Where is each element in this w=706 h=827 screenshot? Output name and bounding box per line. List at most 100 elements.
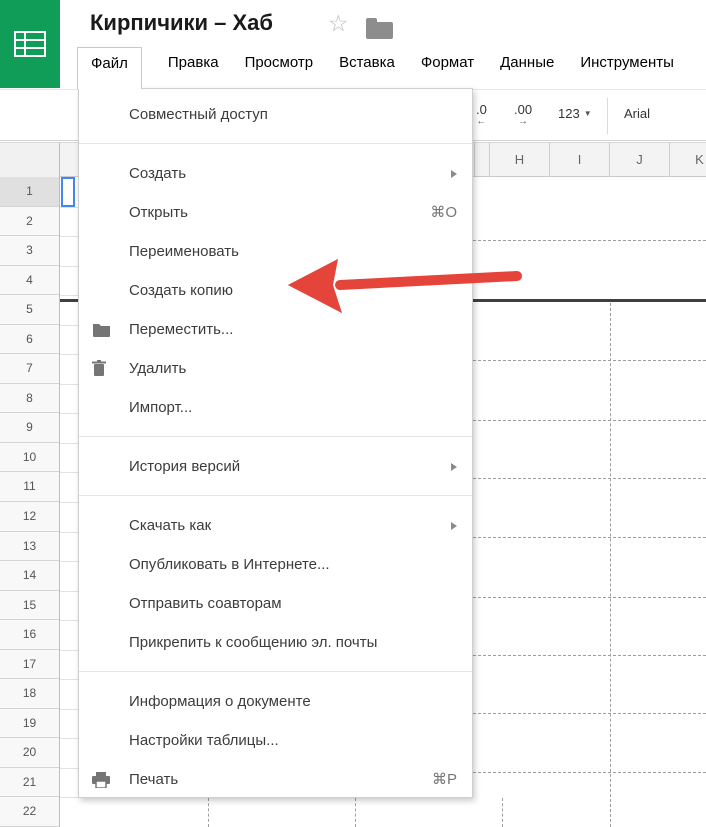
- row-header-4[interactable]: 4: [0, 266, 59, 295]
- row-header-17[interactable]: 17: [0, 650, 59, 679]
- row-header-15[interactable]: 15: [0, 591, 59, 620]
- gridline: [60, 354, 78, 355]
- menu-item-опубликовать-в-интернете-[interactable]: Опубликовать в Интернете...: [79, 545, 472, 584]
- decrease-decimal-button[interactable]: .0←: [476, 102, 487, 128]
- dashed-cell-border: [610, 303, 611, 827]
- dashed-cell-border: [473, 772, 706, 773]
- select-all-corner[interactable]: [0, 143, 60, 177]
- column-header-K[interactable]: K: [669, 143, 706, 177]
- menu-item-переместить-[interactable]: Переместить...: [79, 310, 472, 349]
- menu-item-создать[interactable]: Создать: [79, 154, 472, 193]
- gridline: [60, 768, 78, 769]
- row-header-2[interactable]: 2: [0, 207, 59, 236]
- row-header-20[interactable]: 20: [0, 738, 59, 768]
- shortcut-label: ⌘P: [432, 760, 457, 799]
- menu-separator: [79, 671, 472, 672]
- gridline: [60, 236, 78, 237]
- gridline: [60, 738, 78, 739]
- menu-item-скачать-как[interactable]: Скачать как: [79, 506, 472, 545]
- column-header-I[interactable]: I: [549, 143, 609, 177]
- menubar-item-Правка[interactable]: Правка: [168, 47, 219, 78]
- column-header-partial[interactable]: [474, 143, 489, 177]
- font-selector[interactable]: Arial: [624, 106, 650, 121]
- row-header-6[interactable]: 6: [0, 325, 59, 354]
- menubar-item-Файл[interactable]: Файл: [77, 47, 142, 89]
- menubar-item-Формат[interactable]: Формат: [421, 47, 474, 78]
- menu-item-совместный-доступ[interactable]: Совместный доступ: [79, 95, 472, 134]
- row-header-7[interactable]: 7: [0, 354, 59, 384]
- menu-item-label: Открыть: [129, 204, 188, 221]
- menu-item-прикрепить-к-сообщению-эл-почты[interactable]: Прикрепить к сообщению эл. почты: [79, 623, 472, 662]
- file-menu: Совместный доступ Создать Открыть ⌘O Переиме…: [78, 88, 473, 798]
- row-header-14[interactable]: 14: [0, 561, 59, 591]
- increase-decimal-button[interactable]: .00→: [514, 102, 532, 128]
- column-header-J[interactable]: J: [609, 143, 669, 177]
- gridline: [60, 384, 78, 385]
- dashed-cell-border: [473, 655, 706, 656]
- row-header-21[interactable]: 21: [0, 768, 59, 797]
- dashed-cell-border: [473, 420, 706, 421]
- menu-item-удалить[interactable]: Удалить: [79, 349, 472, 388]
- menu-item-label: Настройки таблицы...: [129, 732, 279, 749]
- menu-item-label: Удалить: [129, 360, 186, 377]
- row-header-9[interactable]: 9: [0, 413, 59, 443]
- menu-separator: [79, 436, 472, 437]
- dashed-cell-border: [473, 360, 706, 361]
- menubar-item-Данные[interactable]: Данные: [500, 47, 554, 78]
- shortcut-label: ⌘O: [430, 193, 457, 232]
- row-header-11[interactable]: 11: [0, 472, 59, 502]
- star-icon[interactable]: ☆: [328, 12, 349, 35]
- submenu-arrow-icon: [451, 170, 457, 178]
- dashed-cell-border: [473, 478, 706, 479]
- selected-cell-outline: [61, 177, 75, 207]
- row-header-10[interactable]: 10: [0, 443, 59, 472]
- folder-icon[interactable]: [366, 22, 393, 39]
- document-title[interactable]: Кирпичики – Хаб: [90, 10, 273, 36]
- menu-item-переименовать[interactable]: Переименовать: [79, 232, 472, 271]
- gridline: [60, 207, 78, 208]
- menu-item-информация-о-документе[interactable]: Информация о документе: [79, 682, 472, 721]
- row-header-5[interactable]: 5: [0, 295, 59, 325]
- menubar-item-Вставка[interactable]: Вставка: [339, 47, 395, 78]
- menu-item-label: Опубликовать в Интернете...: [129, 556, 330, 573]
- gridline: [60, 620, 78, 621]
- toolbar-separator: [607, 98, 608, 134]
- row-header-8[interactable]: 8: [0, 384, 59, 413]
- gridline: [60, 472, 78, 473]
- menubar-item-Просмотр[interactable]: Просмотр: [245, 47, 314, 78]
- row-header-12[interactable]: 12: [0, 502, 59, 532]
- menu-item-label: Импорт...: [129, 399, 192, 416]
- row-header-1[interactable]: 1: [0, 177, 59, 207]
- row-header-19[interactable]: 19: [0, 709, 59, 738]
- menu-item-label: Совместный доступ: [129, 106, 268, 123]
- number-format-button[interactable]: 123▼: [558, 106, 592, 121]
- menu-item-label: Переименовать: [129, 243, 239, 260]
- menu-item-создать-копию[interactable]: Создать копию: [79, 271, 472, 310]
- gridline: [60, 295, 78, 296]
- menu-item-открыть[interactable]: Открыть ⌘O: [79, 193, 472, 232]
- menubar-item-Инструменты[interactable]: Инструменты: [580, 47, 674, 78]
- menu-item-отправить-соавторам[interactable]: Отправить соавторам: [79, 584, 472, 623]
- gridline: [60, 325, 78, 326]
- menu-item-печать[interactable]: Печать⌘P: [79, 760, 472, 799]
- menu-item-настройки-таблицы-[interactable]: Настройки таблицы...: [79, 721, 472, 760]
- gridline: [60, 266, 78, 267]
- left-arrow-icon: ←: [476, 116, 486, 128]
- menu-separator: [79, 143, 472, 144]
- gridline: [60, 443, 78, 444]
- gridline: [60, 679, 78, 680]
- menu-item-label: Отправить соавторам: [129, 595, 282, 612]
- dashed-cell-border: [502, 798, 503, 827]
- gridline: [60, 413, 78, 414]
- menu-item-импорт-[interactable]: Импорт...: [79, 388, 472, 427]
- row-header-18[interactable]: 18: [0, 679, 59, 709]
- row-header-13[interactable]: 13: [0, 532, 59, 561]
- trash-icon: [92, 349, 114, 388]
- dashed-cell-border: [473, 537, 706, 538]
- row-header-22[interactable]: 22: [0, 797, 59, 827]
- row-header-3[interactable]: 3: [0, 236, 59, 266]
- column-header-H[interactable]: H: [489, 143, 549, 177]
- row-header-16[interactable]: 16: [0, 620, 59, 650]
- gridline: [60, 797, 78, 798]
- menu-item-история-версий[interactable]: История версий: [79, 447, 472, 486]
